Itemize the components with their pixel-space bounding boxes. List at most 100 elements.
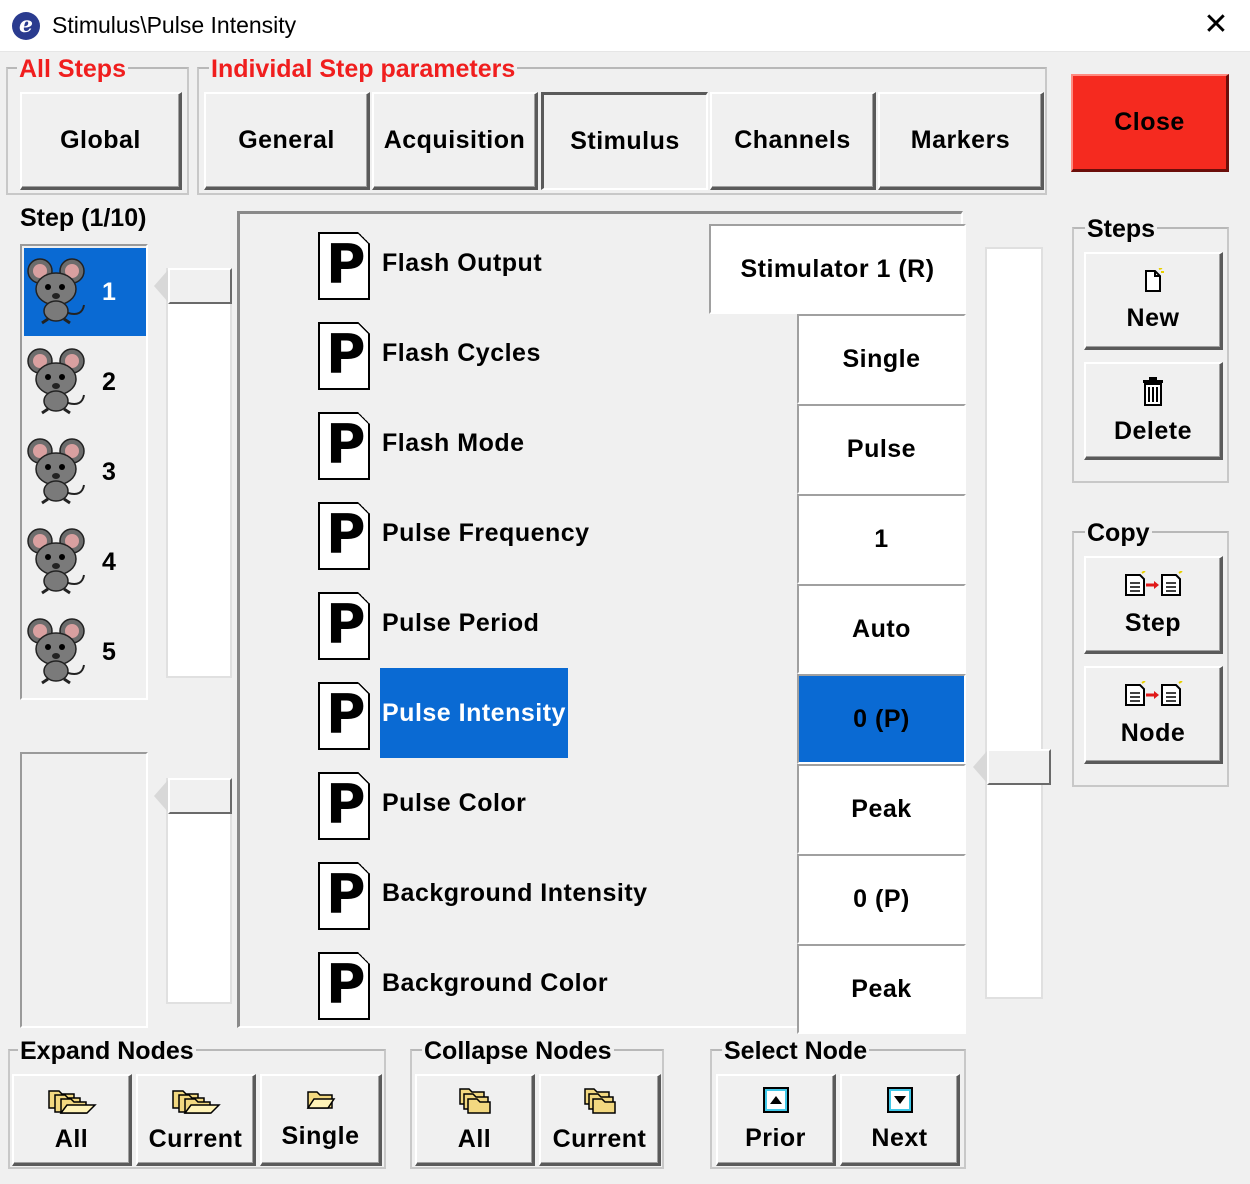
- global-button[interactable]: Global: [20, 92, 182, 190]
- parameter-value[interactable]: Auto: [797, 584, 966, 674]
- expand-nodes-label: Expand Nodes: [18, 1037, 196, 1065]
- next-node-button[interactable]: Next: [840, 1074, 960, 1166]
- parameter-thumb-arrow: [973, 751, 987, 783]
- expand-current-button[interactable]: Current: [136, 1074, 256, 1166]
- tab-stimulus[interactable]: Stimulus: [541, 92, 708, 190]
- tab-acquisition[interactable]: Acquisition: [372, 92, 538, 190]
- step-item-5[interactable]: 5: [24, 608, 146, 696]
- mouse-icon: [24, 615, 88, 690]
- new-step-button[interactable]: New: [1084, 252, 1223, 350]
- copy-step-button[interactable]: Step: [1084, 556, 1223, 654]
- parameter-label[interactable]: Background Color: [380, 960, 610, 1006]
- step-counter-label: Step (1/10): [20, 204, 147, 232]
- parameter-label[interactable]: Background Intensity: [380, 870, 650, 916]
- parameter-label[interactable]: Flash Output: [380, 240, 544, 286]
- parameter-scroll-thumb[interactable]: [987, 749, 1051, 785]
- node-list-thumb-arrow: [154, 780, 168, 812]
- window-close-icon[interactable]: ✕: [1198, 8, 1234, 44]
- parameter-p-icon: P: [318, 232, 370, 300]
- step-number: 5: [102, 637, 116, 666]
- expand-all-button[interactable]: All: [12, 1074, 132, 1166]
- title-bar: e Stimulus\Pulse Intensity ✕: [0, 0, 1250, 52]
- copy-node-button[interactable]: Node: [1084, 666, 1223, 764]
- parameter-label[interactable]: Pulse Period: [380, 600, 541, 646]
- node-list-scroll-thumb[interactable]: [168, 778, 232, 814]
- node-list[interactable]: [20, 752, 148, 1028]
- app-logo-icon: e: [12, 12, 40, 40]
- tab-channels[interactable]: Channels: [710, 92, 876, 190]
- step-item-2[interactable]: 2: [24, 338, 146, 426]
- prior-node-button[interactable]: Prior: [716, 1074, 836, 1166]
- mouse-icon: [24, 255, 88, 330]
- step-list-scroll-thumb[interactable]: [168, 268, 232, 304]
- new-document-icon: [1141, 267, 1165, 300]
- mouse-icon: [24, 525, 88, 600]
- delete-step-button[interactable]: Delete: [1084, 362, 1223, 460]
- step-number: 4: [102, 547, 116, 576]
- copy-step-label: Step: [1124, 609, 1182, 637]
- collapse-nodes-label: Collapse Nodes: [422, 1037, 614, 1065]
- parameter-value[interactable]: Stimulator 1 (R): [709, 224, 966, 314]
- collapse-current-label: Current: [552, 1125, 647, 1153]
- parameter-row[interactable]: P Pulse Frequency 1: [240, 488, 966, 584]
- parameter-p-icon: P: [318, 682, 370, 750]
- expand-single-button[interactable]: Single: [260, 1074, 382, 1166]
- parameter-panel: P Flash Output Stimulator 1 (R) P Flash Cycl…: [237, 211, 966, 1034]
- step-list-scrollbar[interactable]: [166, 268, 232, 678]
- mouse-icon: [24, 345, 88, 420]
- expand-single-label: Single: [281, 1122, 360, 1150]
- parameter-scrollbar[interactable]: [985, 247, 1043, 999]
- parameter-row[interactable]: P Flash Output Stimulator 1 (R): [240, 218, 966, 314]
- delete-step-label: Delete: [1113, 417, 1193, 445]
- all-steps-label: All Steps: [17, 55, 128, 83]
- parameter-value[interactable]: 1: [797, 494, 966, 584]
- parameter-value[interactable]: Single: [797, 314, 966, 404]
- parameter-value[interactable]: 0 (P): [797, 674, 966, 764]
- parameter-value[interactable]: 0 (P): [797, 854, 966, 944]
- copy-step-icon: [1122, 570, 1184, 605]
- parameter-value[interactable]: Pulse: [797, 404, 966, 494]
- parameter-row[interactable]: P Pulse Period Auto: [240, 578, 966, 674]
- step-number: 3: [102, 457, 116, 486]
- parameter-row[interactable]: P Flash Cycles Single: [240, 308, 966, 404]
- tab-general[interactable]: General: [204, 92, 370, 190]
- arrow-down-icon: [886, 1086, 914, 1120]
- folders-closed-icon: [458, 1085, 492, 1121]
- parameter-label[interactable]: Flash Mode: [380, 420, 527, 466]
- parameter-value[interactable]: Peak: [797, 764, 966, 854]
- parameter-row[interactable]: P Pulse Intensity 0 (P): [240, 668, 966, 764]
- parameter-row[interactable]: P Background Color Peak: [240, 938, 966, 1034]
- parameter-p-icon: P: [318, 952, 370, 1020]
- close-button[interactable]: Close: [1071, 74, 1229, 172]
- parameter-row[interactable]: P Flash Mode Pulse: [240, 398, 966, 494]
- parameter-label[interactable]: Pulse Frequency: [380, 510, 592, 556]
- parameter-p-icon: P: [318, 772, 370, 840]
- copy-node-label: Node: [1120, 719, 1186, 747]
- step-item-1[interactable]: 1: [24, 248, 146, 336]
- parameter-row[interactable]: P Pulse Color Peak: [240, 758, 966, 854]
- copy-node-icon: [1122, 680, 1184, 715]
- arrow-up-icon: [762, 1086, 790, 1120]
- collapse-current-button[interactable]: Current: [539, 1074, 661, 1166]
- parameter-p-icon: P: [318, 412, 370, 480]
- collapse-all-label: All: [457, 1125, 492, 1153]
- parameter-p-icon: P: [318, 592, 370, 660]
- parameter-value[interactable]: Peak: [797, 944, 966, 1034]
- new-step-label: New: [1126, 304, 1180, 332]
- parameter-label[interactable]: Pulse Color: [380, 780, 528, 826]
- folders-open-icon: [171, 1085, 221, 1121]
- step-item-4[interactable]: 4: [24, 518, 146, 606]
- trash-icon: [1140, 375, 1166, 413]
- prior-node-label: Prior: [745, 1124, 806, 1152]
- copy-group-label: Copy: [1085, 519, 1152, 547]
- parameter-p-icon: P: [318, 502, 370, 570]
- tab-markers[interactable]: Markers: [878, 92, 1044, 190]
- step-list[interactable]: 1 2 3 4 5: [20, 244, 148, 700]
- parameter-row[interactable]: P Background Intensity 0 (P): [240, 848, 966, 944]
- parameter-label[interactable]: Flash Cycles: [380, 330, 543, 376]
- select-node-label: Select Node: [722, 1037, 870, 1065]
- folder-open-icon: [306, 1088, 336, 1118]
- step-item-3[interactable]: 3: [24, 428, 146, 516]
- collapse-all-button[interactable]: All: [415, 1074, 535, 1166]
- parameter-label[interactable]: Pulse Intensity: [380, 668, 568, 758]
